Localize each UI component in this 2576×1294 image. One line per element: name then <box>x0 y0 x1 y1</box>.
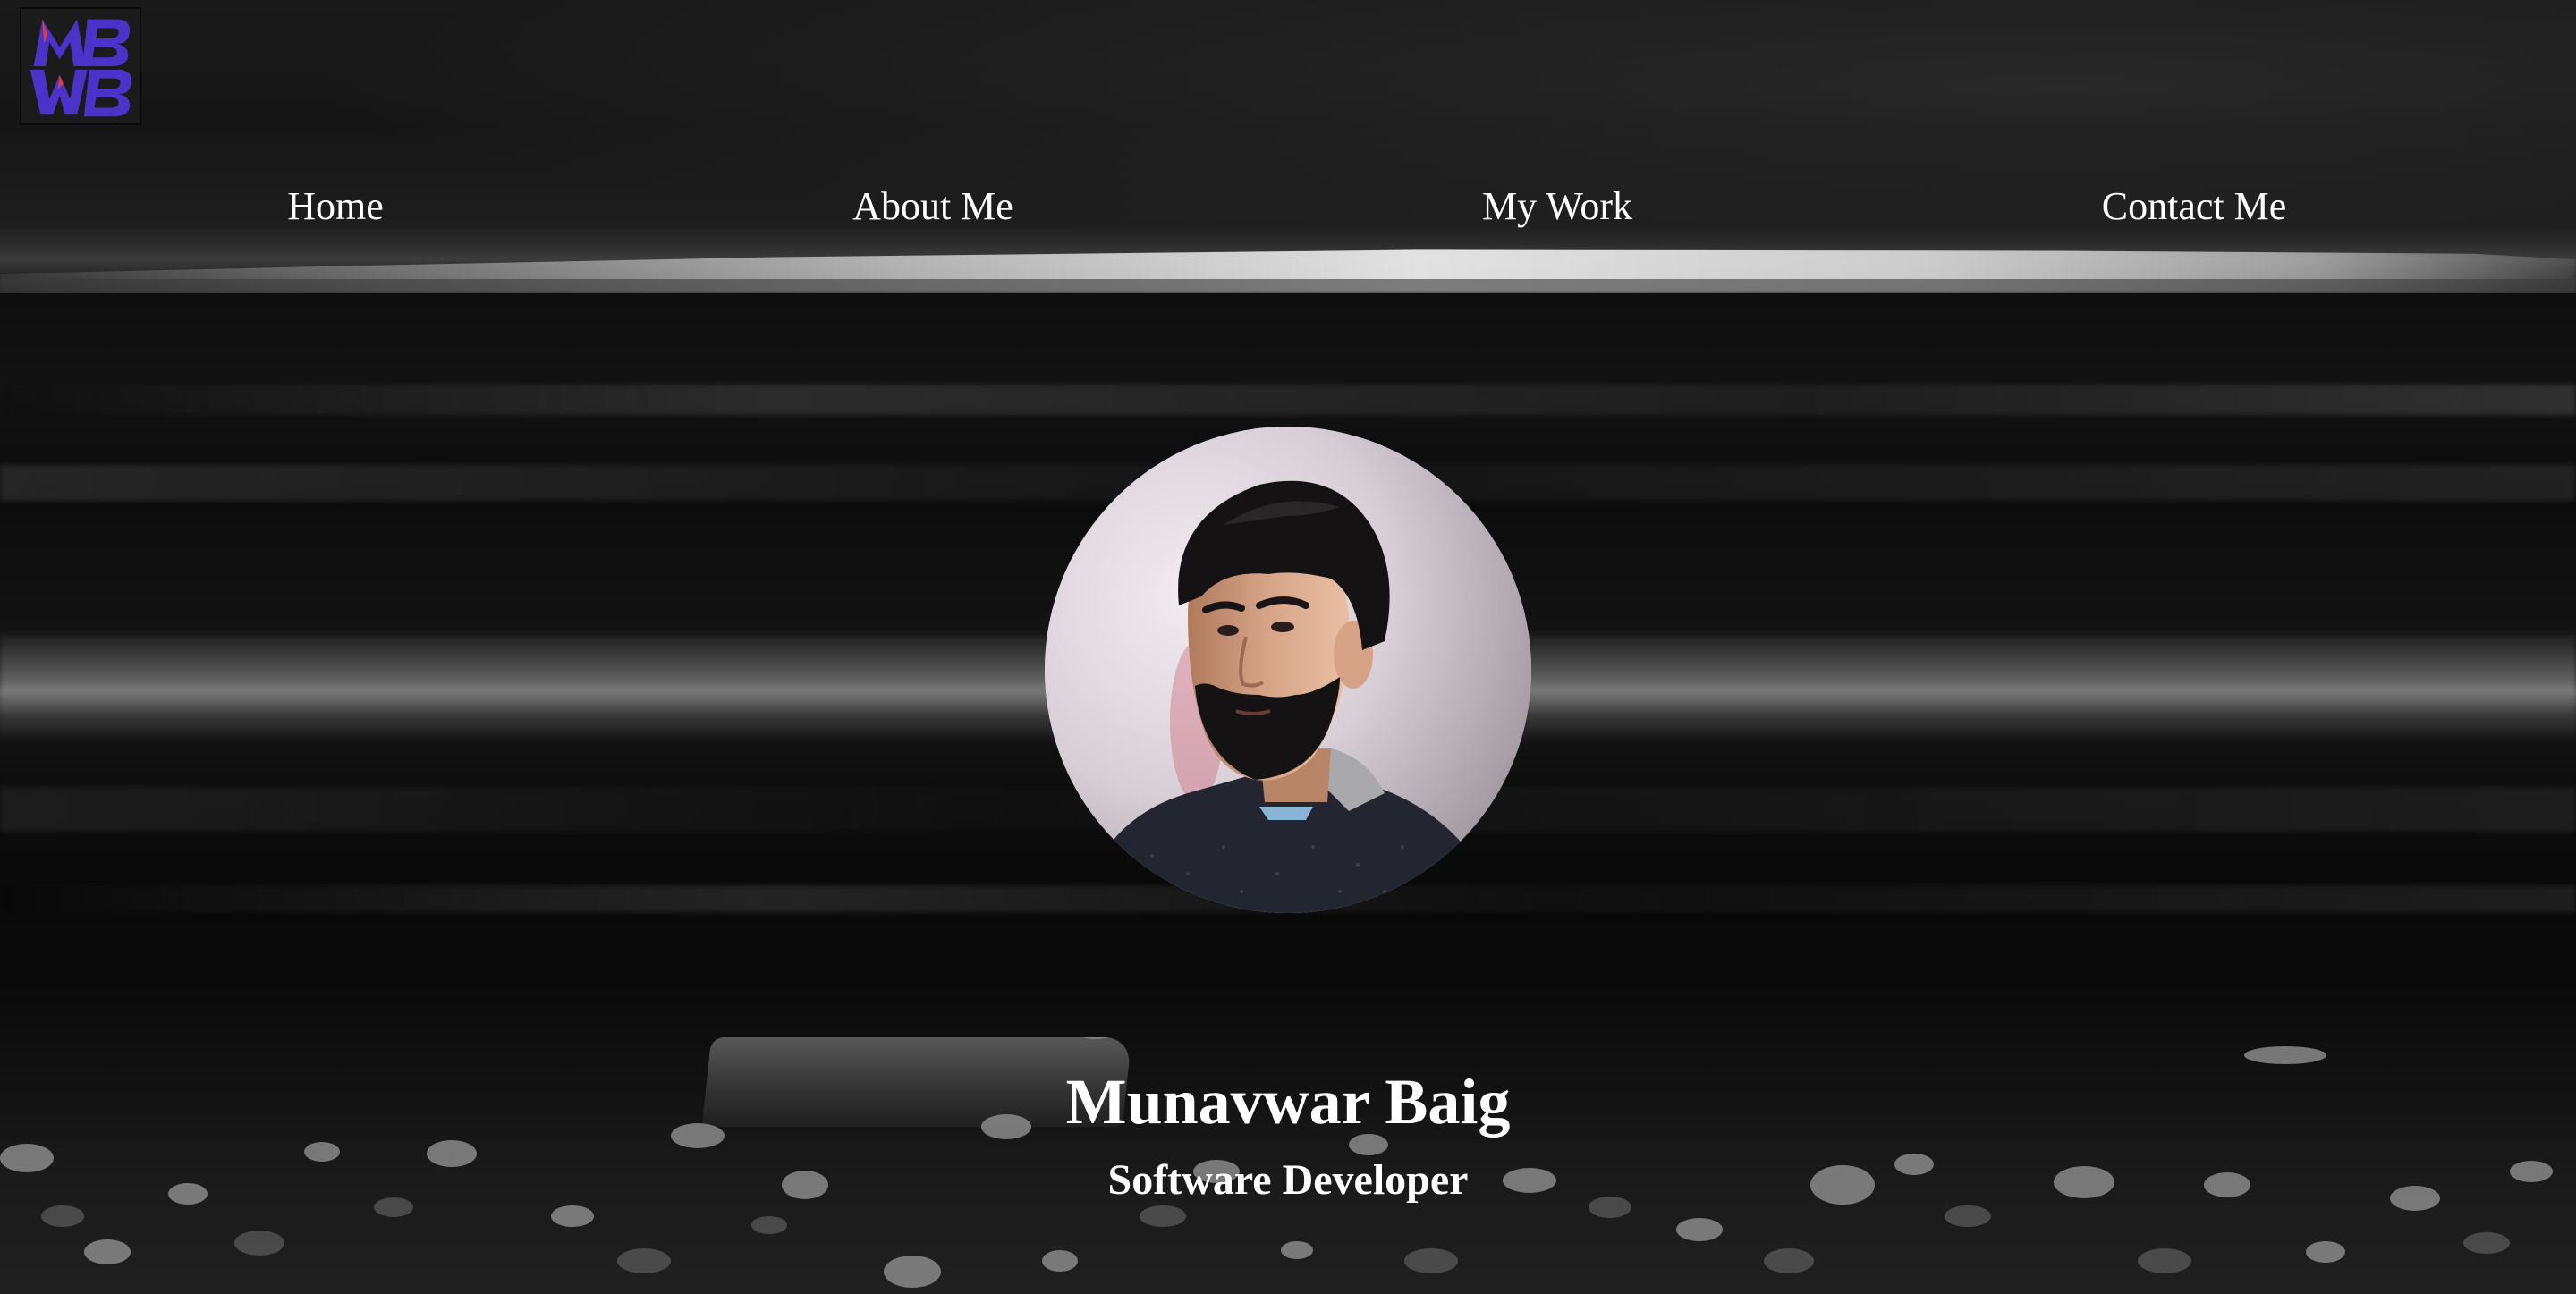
hero-title: Software Developer <box>1107 1156 1469 1204</box>
nav-my-work[interactable]: My Work <box>1482 175 1632 238</box>
nav-about-me[interactable]: About Me <box>852 175 1013 238</box>
main-nav: Home About Me My Work Contact Me <box>0 175 2576 238</box>
mb-monogram-logo-icon <box>21 9 140 123</box>
page: Home About Me My Work Contact Me Munavwa… <box>0 0 2576 1294</box>
profile-avatar <box>1045 427 1531 913</box>
wave <box>0 385 2576 415</box>
horizon-sea <box>0 279 2576 293</box>
site-logo[interactable] <box>20 7 141 125</box>
profile-photo-icon <box>1045 427 1531 913</box>
nav-contact-me[interactable]: Contact Me <box>2102 175 2287 238</box>
sky-glow <box>0 0 2576 286</box>
nav-home[interactable]: Home <box>287 175 384 238</box>
hero-name: Munavwar Baig <box>1065 1066 1511 1138</box>
